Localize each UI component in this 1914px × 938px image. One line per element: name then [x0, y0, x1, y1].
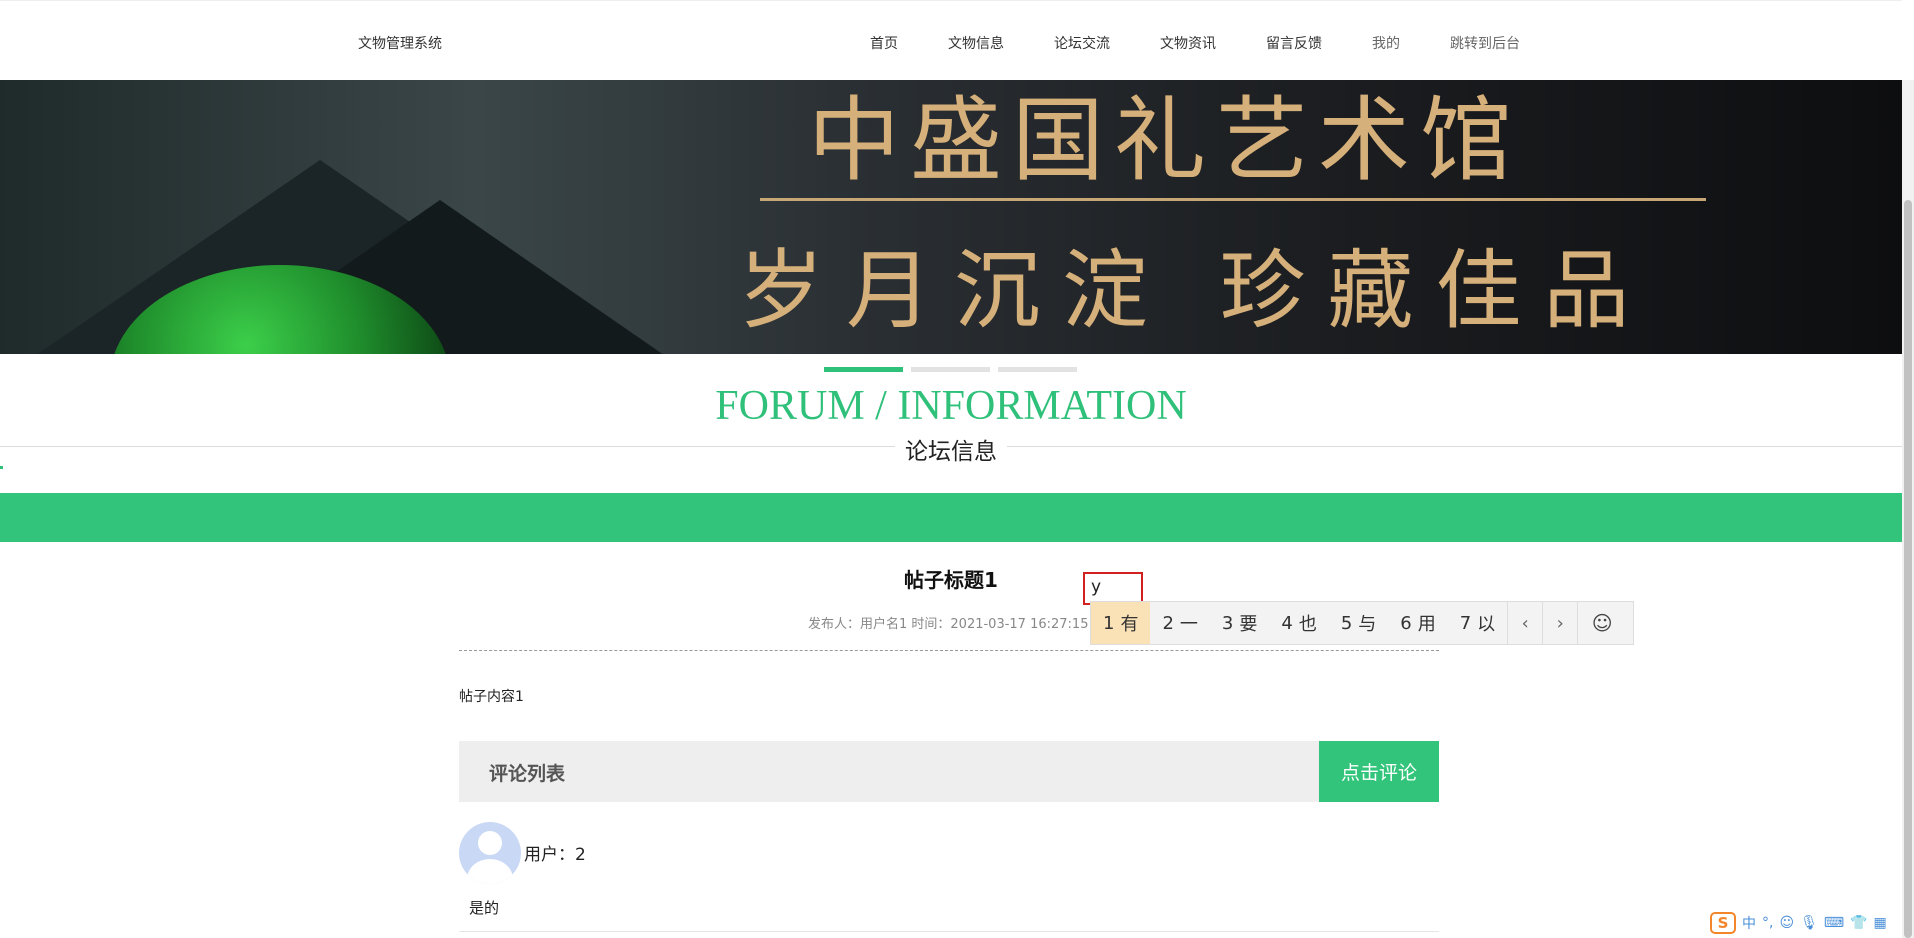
ime-candidate-5[interactable]: 5与 — [1329, 602, 1388, 644]
ime-candidate-number: 5 — [1340, 612, 1353, 634]
section-title-en: FORUM / INFORMATION — [715, 383, 1187, 429]
comment-text: 是的 — [469, 899, 500, 917]
ime-language-indicator[interactable]: 中 — [1742, 913, 1756, 933]
edge-marker — [0, 466, 3, 469]
nav-feedback[interactable]: 留言反馈 — [1266, 33, 1322, 53]
hero-banner: 中盛国礼艺术馆 岁月沉淀 珍藏佳品 — [0, 80, 1902, 354]
nav-relics[interactable]: 文物信息 — [948, 33, 1004, 53]
scrollbar-thumb[interactable] — [1904, 200, 1912, 938]
skin-icon[interactable]: 👕 — [1850, 915, 1867, 931]
emoji-icon[interactable]: ☺ — [1577, 602, 1626, 644]
chevron-left-icon[interactable]: ‹ — [1507, 602, 1542, 644]
ime-candidate-number: 4 — [1281, 612, 1293, 634]
banner-slogan: 岁月沉淀 珍藏佳品 — [738, 241, 1652, 341]
ime-candidate-word: 用 — [1417, 614, 1436, 635]
post-content: 帖子内容1 — [459, 689, 524, 705]
ime-candidate-bar: 1有 2一 3要 4也 5与 6用 7以 ‹ › ☺ — [1090, 601, 1634, 645]
ime-candidate-word: 与 — [1358, 614, 1377, 635]
ime-candidate-number: 7 — [1459, 612, 1472, 634]
banner-divider — [760, 198, 1706, 201]
avatar — [459, 822, 521, 884]
top-navbar: 文物管理系统 首页 文物信息 论坛交流 文物资讯 留言反馈 我的 跳转到后台 — [0, 0, 1902, 81]
carousel-dot-2[interactable] — [911, 367, 990, 372]
site-brand[interactable]: 文物管理系统 — [358, 33, 442, 53]
ime-candidate-word: 要 — [1239, 614, 1258, 635]
grid-icon[interactable]: ▦ — [1874, 915, 1887, 931]
comment-divider — [459, 931, 1439, 932]
banner-title: 中盛国礼艺术馆 — [808, 87, 1523, 194]
nav-forum[interactable]: 论坛交流 — [1054, 33, 1110, 53]
ime-candidate-word: 以 — [1477, 614, 1496, 635]
add-comment-button[interactable]: 点击评论 — [1319, 741, 1439, 802]
chevron-right-icon[interactable]: › — [1542, 602, 1577, 644]
ime-candidate-1[interactable]: 1有 — [1091, 602, 1151, 644]
sogou-logo-icon[interactable]: S — [1710, 912, 1736, 934]
ime-candidate-word: 也 — [1298, 614, 1317, 635]
ime-status-tray: S 中 °, ☺ 🎙 ⌨ 👕 ▦ — [1710, 912, 1887, 934]
post-divider — [459, 650, 1439, 651]
punctuation-icon[interactable]: °, — [1762, 915, 1773, 931]
nav-mine[interactable]: 我的 — [1372, 33, 1400, 53]
ime-candidate-number: 3 — [1221, 612, 1234, 634]
avatar-head — [478, 831, 502, 855]
comment-list-header: 评论列表 点击评论 — [459, 741, 1439, 802]
ime-candidate-number: 2 — [1162, 612, 1174, 634]
ime-candidate-7[interactable]: 7以 — [1448, 602, 1507, 644]
ime-candidate-2[interactable]: 2一 — [1150, 602, 1209, 644]
ime-candidate-3[interactable]: 3要 — [1210, 602, 1269, 644]
nav-news[interactable]: 文物资讯 — [1160, 33, 1216, 53]
comment-user: 用户：2 — [524, 845, 586, 865]
main-nav: 首页 文物信息 论坛交流 文物资讯 留言反馈 我的 跳转到后台 — [870, 33, 1520, 53]
carousel-dot-1[interactable] — [824, 367, 903, 372]
ime-candidate-number: 1 — [1103, 612, 1115, 634]
ime-candidate-number: 6 — [1400, 612, 1412, 634]
avatar-body — [467, 859, 513, 884]
carousel-dot-3[interactable] — [998, 367, 1077, 372]
ime-candidate-4[interactable]: 4也 — [1269, 602, 1328, 644]
green-band — [0, 493, 1902, 542]
emoji-tray-icon[interactable]: ☺ — [1779, 915, 1794, 931]
ime-candidate-word: 有 — [1120, 614, 1139, 635]
comment-list-title: 评论列表 — [489, 763, 566, 785]
ime-candidate-6[interactable]: 6用 — [1388, 602, 1447, 644]
section-title-cn-wrap: 论坛信息 — [0, 432, 1902, 466]
carousel-indicators — [824, 367, 1077, 372]
nav-admin[interactable]: 跳转到后台 — [1450, 33, 1520, 53]
post-title: 帖子标题1 — [904, 568, 998, 592]
nav-home[interactable]: 首页 — [870, 33, 898, 53]
keyboard-icon[interactable]: ⌨ — [1824, 915, 1844, 931]
post-meta: 发布人：用户名1 时间：2021-03-17 16:27:15 — [808, 617, 1089, 632]
microphone-icon[interactable]: 🎙 — [1800, 915, 1818, 931]
page-scrollbar[interactable] — [1902, 80, 1914, 938]
section-title-cn: 论坛信息 — [895, 439, 1007, 465]
ime-candidate-word: 一 — [1179, 614, 1198, 635]
